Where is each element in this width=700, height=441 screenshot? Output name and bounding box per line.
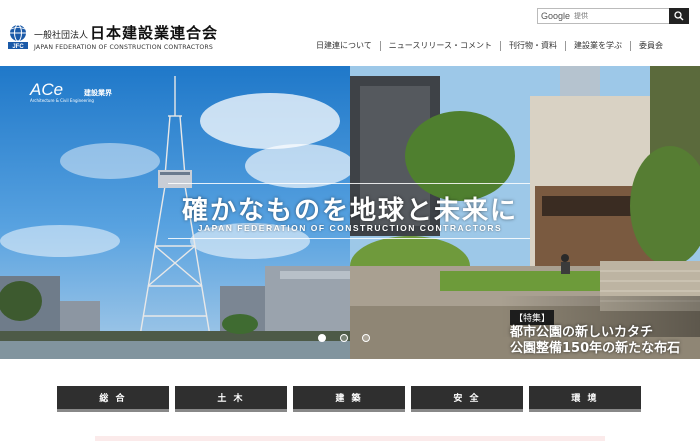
logo-mark-text: JFC	[12, 44, 24, 50]
hero-rule-top	[168, 183, 530, 184]
search-icon	[674, 11, 684, 21]
nav-item-about[interactable]: 日建連について	[308, 41, 381, 51]
site-search: Google	[537, 8, 689, 24]
category-safety-button[interactable]: 安 全	[411, 386, 523, 412]
nav-item-publications[interactable]: 刊行物・資料	[501, 41, 566, 51]
ace-tag: 建設業界	[84, 89, 112, 97]
slide-dot[interactable]	[362, 334, 370, 342]
nav-item-learn[interactable]: 建設業を学ぶ	[566, 41, 631, 51]
hero-rule-bottom	[168, 238, 530, 239]
nav-item-committee[interactable]: 委員会	[631, 41, 663, 51]
slide-dot[interactable]	[318, 334, 326, 342]
slide-dot[interactable]	[340, 334, 348, 342]
feature-tag: 【特集】	[510, 310, 555, 325]
slide-indicators	[318, 334, 370, 342]
bottom-strip	[95, 436, 605, 441]
feature-caption[interactable]: 【特集】 都市公園の新しいカタチ 公園整備150年の新たな布石	[510, 306, 680, 357]
nav-item-news[interactable]: ニュースリリース・コメント	[381, 41, 501, 51]
category-environment-button[interactable]: 環 境	[529, 386, 641, 412]
main-nav: 日建連について ニュースリリース・コメント 刊行物・資料 建設業を学ぶ 委員会	[308, 38, 663, 54]
hero-slideshow[interactable]: ACe Architecture & Civil Engineering 建設業…	[0, 66, 700, 359]
ace-subtitle: Architecture & Civil Engineering	[30, 98, 94, 103]
org-name: 日本建設業連合会	[90, 24, 219, 42]
search-brand: Google	[541, 11, 571, 21]
feature-line-2: 公園整備150年の新たな布石	[510, 341, 681, 356]
search-input[interactable]	[574, 12, 665, 20]
site-logo[interactable]: JFC 一般社団法人 日本建設業連合会 JAPAN FEDERATION OF …	[6, 22, 218, 51]
category-architecture-button[interactable]: 建 築	[293, 386, 405, 412]
category-general-button[interactable]: 総 合	[57, 386, 169, 412]
org-type: 一般社団法人	[34, 31, 89, 41]
hero-subtitle-en: JAPAN FEDERATION OF CONSTRUCTION CONTRAC…	[197, 223, 503, 233]
category-buttons: 総 合 土 木 建 築 安 全 環 境	[57, 386, 641, 412]
org-name-en: JAPAN FEDERATION OF CONSTRUCTION CONTRAC…	[34, 44, 214, 51]
category-civil-button[interactable]: 土 木	[175, 386, 287, 412]
feature-line-1: 都市公園の新しいカタチ	[510, 325, 654, 340]
hero-title: 確かなものを地球と未来に	[181, 196, 518, 226]
site-header: JFC 一般社団法人 日本建設業連合会 JAPAN FEDERATION OF …	[0, 0, 700, 66]
search-button[interactable]	[669, 8, 689, 24]
ace-badge[interactable]: ACe Architecture & Civil Engineering 建設業…	[30, 80, 112, 103]
jfc-logo-icon: JFC	[6, 24, 30, 50]
